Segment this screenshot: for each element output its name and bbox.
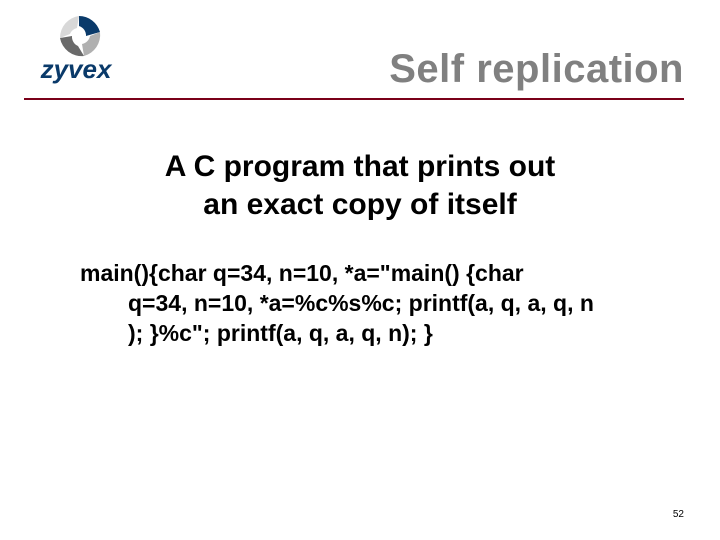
subtitle-line-1: A C program that prints out — [80, 148, 640, 186]
brand-text: zyvex — [40, 54, 113, 84]
page-number: 52 — [673, 509, 684, 520]
code-line-1: main(){char q=34, n=10, *a="main() {char — [80, 259, 640, 289]
code-block: main(){char q=34, n=10, *a="main() {char… — [80, 259, 640, 349]
title-underline — [24, 98, 684, 100]
code-line-3: ); }%c"; printf(a, q, a, q, n); } — [80, 319, 640, 349]
slide-content: A C program that prints out an exact cop… — [0, 98, 720, 349]
subtitle-line-2: an exact copy of itself — [80, 186, 640, 224]
slide-subtitle: A C program that prints out an exact cop… — [80, 148, 640, 223]
brand-logo: zyvex — [24, 10, 134, 90]
slide-title: Self replication — [389, 47, 684, 92]
code-line-2: q=34, n=10, *a=%c%s%c; printf(a, q, a, q… — [80, 289, 640, 319]
slide-header: zyvex Self replication — [0, 0, 720, 98]
